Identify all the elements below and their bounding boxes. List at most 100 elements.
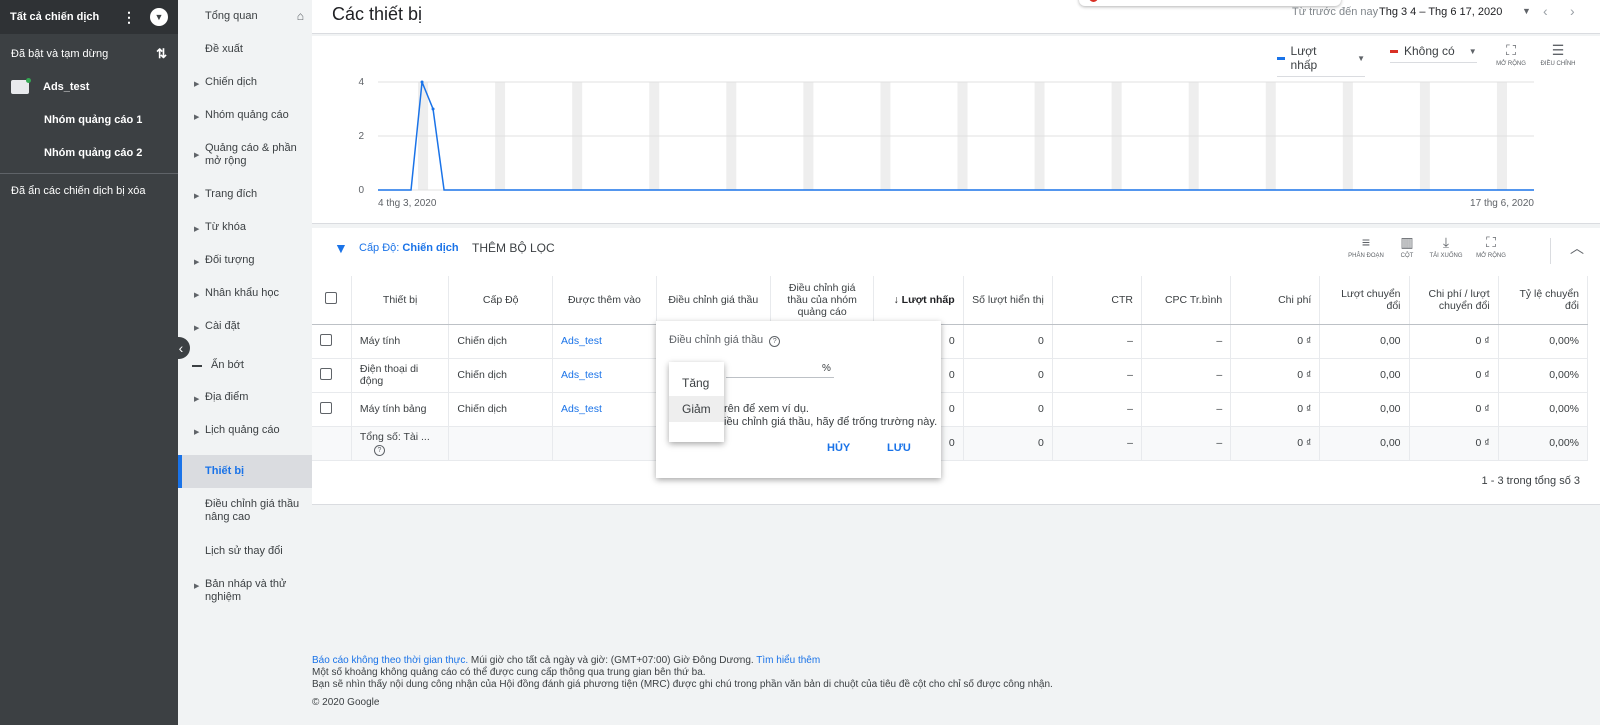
bid-adjustment-popup: Điều chỉnh giá thầu? % rên để xem ví dụ.… — [656, 321, 941, 478]
cell-cost-per-conv: 0 ₫ — [1409, 324, 1499, 359]
segment-button[interactable]: ≡ PHÂN ĐOẠN — [1345, 234, 1387, 259]
col-cost[interactable]: Chi phí — [1230, 276, 1321, 325]
dropdown-circle-icon[interactable]: ▼ — [150, 8, 168, 26]
checkbox[interactable] — [325, 292, 338, 305]
next-period-icon[interactable]: › — [1570, 3, 1575, 19]
campaign-nav-header[interactable]: Tất cả chiến dịch ⋮ ▼ — [0, 0, 178, 34]
date-range-label: Từ trước đến nay — [1292, 6, 1379, 18]
cell-impressions: 0 — [963, 392, 1053, 427]
cell-ctr: – — [1052, 324, 1143, 359]
row-checkbox[interactable] — [312, 392, 352, 427]
caret-right-icon: ▶ — [194, 259, 200, 266]
hidden-removed-campaigns[interactable]: Đã ẩn các chiến dịch bị xóa — [0, 174, 178, 207]
col-ag-bid-adj[interactable]: Điều chỉnh giá thầu của nhóm quảng cáo — [770, 276, 875, 325]
nav-advanced-bid-adj[interactable]: Điều chỉnh giá thầu nâng cao — [178, 498, 312, 524]
percent-input[interactable] — [726, 377, 834, 378]
col-ctr[interactable]: CTR — [1052, 276, 1143, 325]
level-filter[interactable]: Cấp Độ: Chiến dịch — [359, 242, 459, 254]
increase-decrease-dropdown: Tăng Giảm — [669, 362, 724, 442]
campaign-nav-title: Tất cả chiến dịch — [10, 11, 100, 23]
previous-period-icon[interactable]: ‹ — [1543, 3, 1548, 19]
nav-settings[interactable]: ▶ Cài đặt — [178, 320, 312, 333]
columns-button[interactable]: ▥ CỘT — [1392, 234, 1422, 259]
nav-landing-pages[interactable]: ▶ Trang đích — [178, 188, 312, 201]
account-item[interactable]: Ads_test — [0, 70, 178, 103]
total-empty-cell — [312, 426, 352, 461]
nav-locations[interactable]: ▶ Địa điểm — [178, 391, 312, 404]
col-cost-per-conv[interactable]: Chi phí / lượt chuyển đổi — [1409, 276, 1499, 325]
nav-campaigns[interactable]: ▶ Chiến dịch — [178, 76, 312, 89]
nav-ads-extensions[interactable]: ▶ Quảng cáo & phần mở rộng — [178, 142, 312, 168]
cancel-button[interactable]: HỦY — [827, 442, 850, 454]
table-expand-button[interactable]: ⛶ MỞ RỘNG — [1470, 234, 1512, 259]
download-label: TẢI XUỐNG — [1429, 253, 1463, 259]
col-bid-adj[interactable]: Điều chỉnh giá thầu — [656, 276, 771, 325]
filter-icon[interactable]: ▼ — [334, 240, 348, 256]
learn-more-link[interactable]: Tìm hiểu thêm — [756, 655, 820, 666]
cell-level: Chiến dịch — [448, 358, 554, 393]
col-device[interactable]: Thiết bị — [351, 276, 450, 325]
nav-ad-schedule[interactable]: ▶ Lịch quảng cáo — [178, 424, 312, 437]
chevron-up-icon[interactable]: ︿ — [1570, 238, 1584, 258]
help-icon[interactable]: ? — [373, 444, 385, 456]
download-button[interactable]: ⤓ TẢI XUỐNG — [1425, 234, 1467, 259]
nav-demographics[interactable]: ▶ Nhân khẩu học — [178, 287, 312, 300]
page-nav: Tổng quan ⌂ Đề xuất ▶ Chiến dịch ▶ Nhóm qu… — [178, 0, 312, 725]
total-conversions: 0,00 — [1319, 426, 1410, 461]
popup-hint-1: rên để xem ví dụ. — [724, 403, 809, 415]
nav-devices[interactable]: Thiết bị — [178, 455, 312, 488]
cell-added-to-link[interactable]: Ads_test — [552, 392, 657, 427]
col-added-to[interactable]: Được thêm vào — [552, 276, 657, 325]
chevron-down-icon[interactable]: ▼ — [1522, 6, 1531, 16]
select-all-checkbox[interactable] — [312, 276, 352, 325]
total-label: Tổng số: Tài ... — [359, 430, 430, 443]
y-tick-label: 0 — [358, 185, 364, 196]
add-filter-button[interactable]: THÊM BỘ LỌC — [472, 241, 555, 255]
nav-ad-groups[interactable]: ▶ Nhóm quảng cáo — [178, 109, 312, 122]
save-button[interactable]: LƯU — [887, 442, 911, 454]
nav-audiences[interactable]: ▶ Đối tượng — [178, 254, 312, 267]
checkbox[interactable] — [320, 401, 332, 414]
option-increase[interactable]: Tăng — [669, 370, 724, 396]
col-conv-rate[interactable]: Tỷ lệ chuyển đổi — [1498, 276, 1589, 325]
date-range-picker[interactable]: Thg 3 4 – Thg 6 17, 2020 — [1379, 6, 1502, 18]
cell-avg-cpc: – — [1141, 324, 1232, 359]
campaign-status-filter[interactable]: Đã bật và tạm dừng ⇅ — [0, 37, 178, 70]
cell-ctr: – — [1052, 358, 1143, 393]
cell-added-to-link[interactable]: Ads_test — [552, 358, 657, 393]
cell-added-to-link[interactable]: Ads_test — [552, 324, 657, 359]
caret-right-icon: ▶ — [194, 81, 200, 88]
more-vert-icon[interactable]: ⋮ — [122, 9, 136, 26]
nav-recommendations[interactable]: Đề xuất — [178, 43, 312, 56]
col-level[interactable]: Cấp Độ — [448, 276, 554, 325]
page-header: Các thiết bị Từ trước đến nay Thg 3 4 – … — [312, 0, 1600, 34]
ad-group-item-1[interactable]: Nhóm quảng cáo 1 — [0, 103, 178, 136]
nav-drafts-experiments[interactable]: ▶ Bản nháp và thử nghiệm — [178, 578, 312, 604]
help-icon[interactable]: ? — [769, 336, 781, 347]
popup-title-text: Điều chỉnh giá thầu — [669, 334, 764, 346]
footer-timezone-text: Múi giờ cho tất cả ngày và giờ: (GMT+07:… — [468, 655, 757, 666]
cell-level: Chiến dịch — [448, 392, 554, 427]
col-clicks[interactable]: ↓ Lượt nhấp — [873, 276, 964, 325]
checkbox[interactable] — [320, 367, 332, 380]
nav-show-less[interactable]: Ẩn bớt — [178, 359, 312, 372]
sort-icon[interactable]: ⇅ — [156, 46, 167, 62]
nav-change-history[interactable]: Lịch sử thay đổi — [178, 545, 312, 558]
nav-keywords[interactable]: ▶ Từ khóa — [178, 221, 312, 234]
col-avg-cpc[interactable]: CPC Tr.bình — [1141, 276, 1232, 325]
ad-group-item-2[interactable]: Nhóm quảng cáo 2 — [0, 136, 178, 169]
data-point — [431, 107, 435, 111]
col-conversions[interactable]: Lượt chuyển đổi — [1319, 276, 1410, 325]
row-checkbox[interactable] — [312, 358, 352, 393]
col-impressions[interactable]: Số lượt hiển thị — [963, 276, 1053, 325]
nav-overview[interactable]: Tổng quan ⌂ — [178, 10, 312, 23]
cell-conversions: 0,00 — [1319, 392, 1410, 427]
caret-right-icon: ▶ — [194, 193, 200, 200]
row-checkbox[interactable] — [312, 324, 352, 359]
download-icon: ⤓ — [1442, 234, 1450, 250]
option-decrease[interactable]: Giảm — [669, 396, 724, 422]
non-realtime-link[interactable]: Báo cáo không theo thời gian thực. — [312, 655, 468, 666]
checkbox[interactable] — [320, 333, 332, 346]
cell-conversions: 0,00 — [1319, 358, 1410, 393]
cell-cost: 0 ₫ — [1230, 392, 1321, 427]
